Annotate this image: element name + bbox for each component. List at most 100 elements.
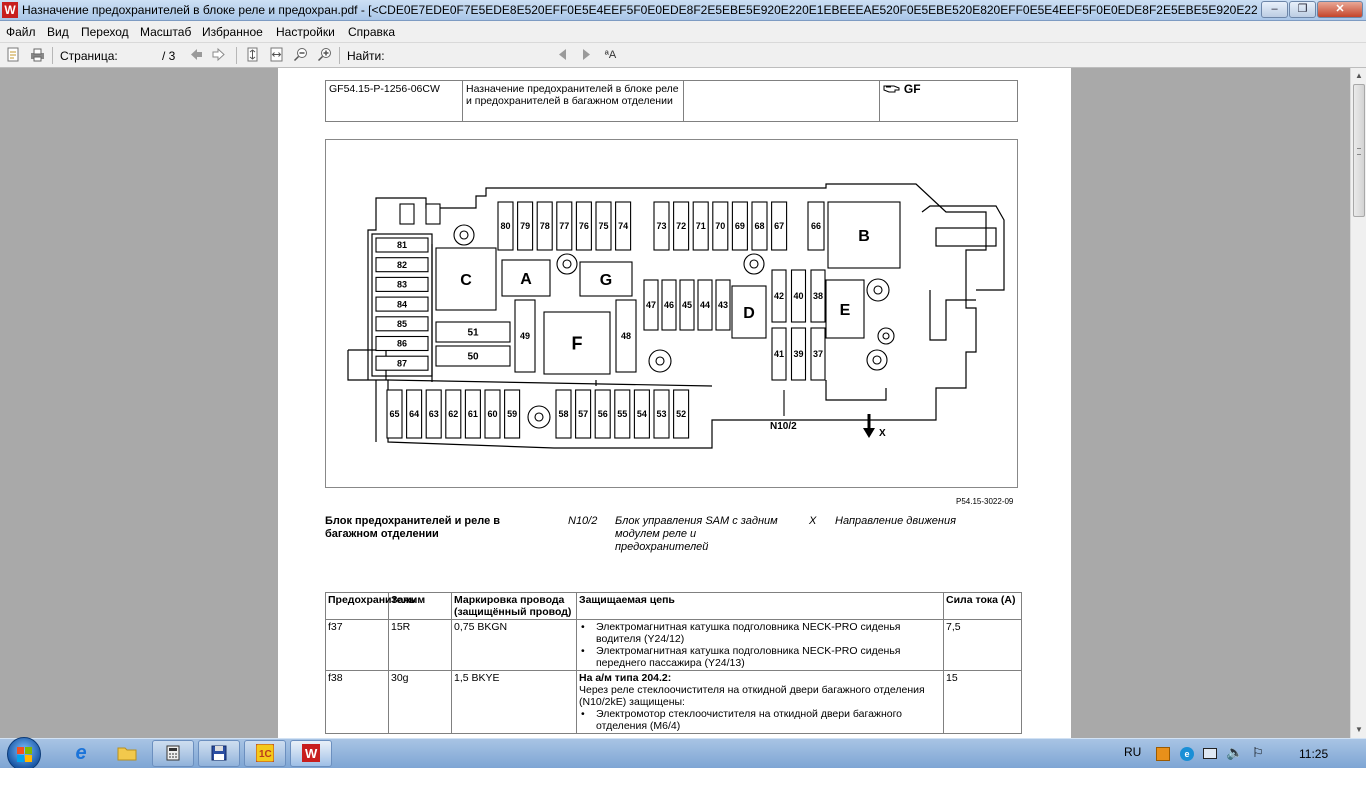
find-prev-icon[interactable] — [554, 47, 571, 64]
scrollbar-thumb[interactable] — [1353, 84, 1365, 217]
vertical-scrollbar[interactable]: ▲ ▼ — [1350, 68, 1366, 738]
fit-page-icon[interactable] — [244, 47, 261, 64]
fuse-81-label: 81 — [397, 240, 407, 250]
clock[interactable]: 11:25 — [1299, 747, 1328, 761]
menu-view[interactable]: Вид — [47, 25, 69, 39]
menu-goto[interactable]: Переход — [81, 25, 129, 39]
menu-zoom[interactable]: Масштаб — [140, 25, 191, 39]
fuse-73-label: 73 — [656, 221, 666, 231]
restore-button[interactable]: ❐ — [1289, 1, 1316, 18]
cell-terminal: 30g — [388, 670, 452, 734]
header-wire: Маркировка провода (защищённый провод) — [451, 592, 577, 620]
fuse-66-label: 66 — [811, 221, 821, 231]
language-indicator[interactable]: RU — [1124, 745, 1141, 759]
relay-50-label: 50 — [467, 352, 479, 363]
cell-amps: 7,5 — [943, 619, 1022, 671]
menu-file[interactable]: Файл — [6, 25, 36, 39]
fuse-72-label: 72 — [676, 221, 686, 231]
circuit-item: Электромагнитная катушка подголовника NE… — [579, 645, 941, 669]
table-row: f38 30g 1,5 BKYE На а/м типа 204.2: Через ре… — [325, 670, 1022, 734]
pointing-hand-icon — [883, 85, 900, 93]
block-A-label: A — [520, 271, 532, 288]
header-fuse: Предохранитель — [325, 592, 416, 620]
relay-49-label: 49 — [520, 331, 530, 341]
fuse-47-label: 47 — [646, 300, 656, 310]
menu-settings[interactable]: Настройки — [276, 25, 335, 39]
fit-width-icon[interactable] — [268, 47, 285, 64]
next-page-icon[interactable] — [210, 47, 227, 64]
legend-n10-key: N10/2 — [568, 515, 598, 527]
zoom-out-icon[interactable] — [292, 47, 309, 64]
svg-text:1C: 1C — [259, 749, 272, 760]
fuse-58-label: 58 — [558, 409, 568, 419]
zoom-in-icon[interactable] — [316, 47, 333, 64]
document-viewer[interactable]: GF54.15-P-1256-06CW Назначение предохран… — [0, 68, 1350, 738]
volume-icon[interactable]: 🔈 — [1226, 744, 1243, 761]
toolbar: Страница: / 3 Найти: ªA — [0, 43, 1366, 107]
legend-x-desc: Направление движения — [835, 515, 956, 527]
page-label: Страница: — [60, 49, 118, 63]
fuse-64-label: 64 — [409, 409, 419, 419]
header-amps: Сила тока (А) — [943, 592, 1022, 620]
pdf-app-icon[interactable]: W — [2, 2, 18, 18]
close-button[interactable]: ✕ — [1317, 1, 1363, 18]
start-button[interactable] — [7, 737, 41, 771]
doc-title: Назначение предохранителей в блоке реле … — [463, 81, 684, 121]
scroll-down-icon[interactable]: ▼ — [1351, 722, 1366, 738]
figure-code: P54.15-3022-09 — [956, 497, 1014, 506]
fuse-76-label: 76 — [579, 221, 589, 231]
fuse-79-label: 79 — [520, 221, 530, 231]
1c-icon[interactable]: 1C — [244, 740, 286, 767]
fuse-box-drawing: 80 79 78 77 76 75 74 73 72 71 70 69 68 67 66 81 82 83 84 85… — [347, 183, 1005, 449]
minimize-button[interactable]: – — [1261, 1, 1288, 18]
fuse-43-label: 43 — [718, 300, 728, 310]
legend-caption: Блок предохранителей и реле в багажном о… — [325, 515, 501, 540]
windows-logo-icon — [17, 747, 32, 762]
fuse-44-label: 44 — [700, 300, 710, 310]
save-disk-icon[interactable] — [198, 740, 240, 767]
n10-label: N10/2 — [770, 421, 797, 432]
open-file-icon[interactable] — [5, 47, 22, 64]
find-label: Найти: — [347, 49, 385, 63]
header-circuit: Защищаемая цепь — [576, 592, 944, 620]
fuse-37-label: 37 — [813, 349, 823, 359]
fuse-42-label: 42 — [774, 291, 784, 301]
cell-wire: 0,75 BKGN — [451, 619, 577, 671]
fuse-assignment-table: Предохранитель Зажим Маркировка провода … — [325, 592, 1022, 734]
ie-icon[interactable]: e — [60, 740, 102, 767]
pdf-page: GF54.15-P-1256-06CW Назначение предохран… — [278, 68, 1071, 738]
doc-code: GF54.15-P-1256-06CW — [326, 81, 463, 121]
fuse-54-label: 54 — [637, 409, 647, 419]
tray-app-icon[interactable] — [1156, 747, 1170, 761]
relay-51-label: 51 — [467, 328, 479, 339]
fuse-65-label: 65 — [389, 409, 399, 419]
menu-help[interactable]: Справка — [348, 25, 395, 39]
network-icon[interactable] — [1203, 748, 1217, 759]
fuse-69-label: 69 — [735, 221, 745, 231]
find-next-icon[interactable] — [578, 47, 595, 64]
menu-favorites[interactable]: Избранное — [202, 25, 263, 39]
menu-bar: Файл Вид Переход Масштаб Избранное Настр… — [0, 21, 1366, 43]
fuse-82-label: 82 — [397, 260, 407, 270]
fuse-74-label: 74 — [618, 221, 628, 231]
legend-n10-desc: Блок управления SAM с задним модулем рел… — [615, 515, 778, 553]
svg-text:W: W — [305, 746, 318, 761]
doc-empty-cell — [684, 81, 880, 121]
print-icon[interactable] — [29, 47, 46, 64]
action-center-flag-icon[interactable]: ⚐ — [1252, 745, 1264, 761]
match-case-icon[interactable]: ªA — [602, 47, 619, 64]
fuse-77-label: 77 — [559, 221, 569, 231]
calculator-icon[interactable] — [152, 740, 194, 767]
fuse-45-label: 45 — [682, 300, 692, 310]
table-header-row: Предохранитель Зажим Маркировка провода … — [325, 592, 1022, 620]
scroll-up-icon[interactable]: ▲ — [1351, 68, 1366, 84]
explorer-icon[interactable] — [106, 740, 148, 767]
fuse-46-label: 46 — [664, 300, 674, 310]
pdf-reader-icon[interactable]: W — [290, 740, 332, 767]
tray-e-icon[interactable]: e — [1180, 747, 1194, 761]
circuit-item: Электромотор стеклоочистителя на откидно… — [579, 708, 941, 732]
fuse-83-label: 83 — [397, 280, 407, 290]
cell-wire: 1,5 BKYE — [451, 670, 577, 734]
block-F-label: F — [572, 333, 583, 353]
prev-page-icon[interactable] — [188, 47, 205, 64]
